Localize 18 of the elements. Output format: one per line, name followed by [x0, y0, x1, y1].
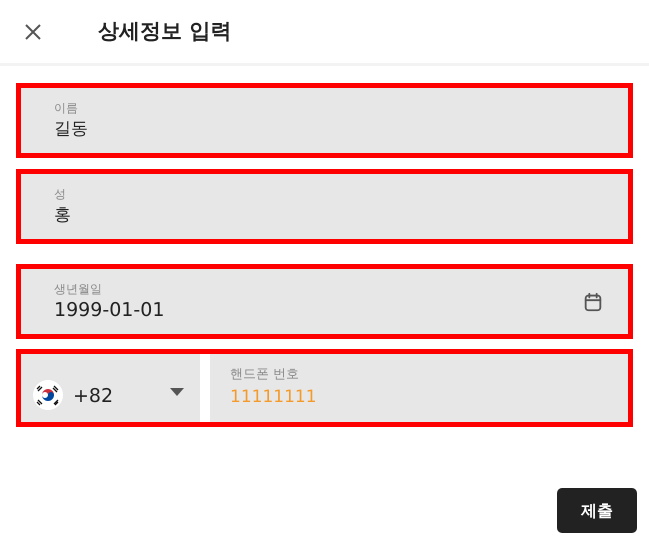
- field-label: 핸드폰 번호: [230, 366, 300, 384]
- field-value[interactable]: 홍: [54, 202, 604, 228]
- field-label: 성: [54, 186, 67, 202]
- field-label: 이름: [54, 100, 79, 116]
- calendar-icon[interactable]: [582, 290, 604, 312]
- input-field[interactable]: 생년월일 1999-01-01: [16, 264, 633, 339]
- country-select[interactable]: +82: [21, 354, 200, 422]
- input-field[interactable]: 이름 길동: [16, 83, 633, 158]
- field-value[interactable]: 길동: [54, 116, 604, 142]
- field-label: 생년월일: [54, 280, 103, 296]
- page-title: 상세정보 입력: [98, 18, 232, 45]
- country-code: +82: [73, 384, 114, 409]
- dropdown-caret-icon[interactable]: [170, 388, 184, 396]
- close-icon[interactable]: [24, 22, 42, 40]
- field-value[interactable]: 1999-01-01: [54, 296, 582, 322]
- input-field[interactable]: 성 홍: [16, 169, 633, 244]
- submit-button[interactable]: 제출: [557, 488, 637, 533]
- flag-icon: [33, 380, 63, 410]
